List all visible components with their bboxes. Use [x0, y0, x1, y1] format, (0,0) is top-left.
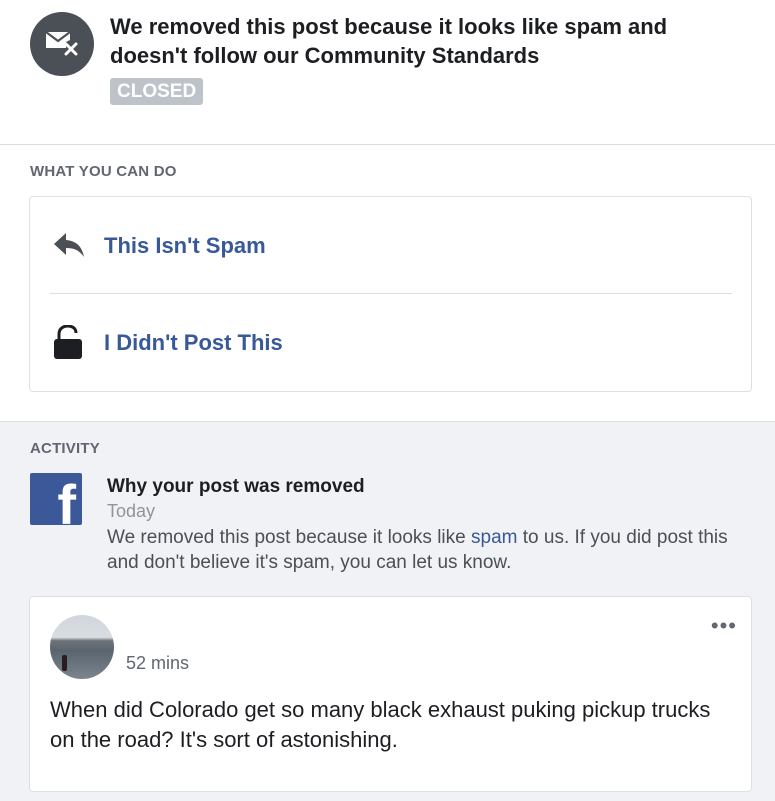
activity-title: Why your post was removed — [107, 476, 365, 497]
activity-body-text: We removed this post because it looks li… — [107, 527, 471, 548]
this-isnt-spam-button[interactable]: This Isn't Spam — [30, 197, 751, 293]
post-text: When did Colorado get so many black exha… — [50, 697, 711, 752]
activity-heading: ACTIVITY — [30, 440, 100, 457]
spam-link[interactable]: spam — [471, 527, 517, 548]
facebook-logo-icon: f — [30, 473, 82, 525]
what-you-can-do-section: WHAT YOU CAN DO This Isn't Spam I Didn't… — [0, 145, 775, 422]
facebook-logo-letter: f — [57, 473, 76, 526]
post-timestamp[interactable]: 52 mins — [126, 653, 189, 674]
removed-post-card: 52 mins ••• When did Colorado get so man… — [29, 596, 752, 792]
activity-time: Today — [107, 501, 156, 521]
unlocked-padlock-icon — [52, 324, 84, 366]
notice-title: We removed this post because it looks li… — [110, 14, 668, 68]
status-badge: CLOSED — [110, 78, 204, 105]
i-didnt-post-this-label: I Didn't Post This — [104, 330, 283, 355]
this-isnt-spam-label: This Isn't Spam — [104, 233, 266, 258]
options-list: This Isn't Spam I Didn't Post This — [29, 196, 752, 392]
more-options-icon[interactable]: ••• — [711, 615, 737, 637]
what-you-can-do-heading: WHAT YOU CAN DO — [30, 163, 177, 180]
i-didnt-post-this-button[interactable]: I Didn't Post This — [30, 294, 751, 390]
removal-notice-header: We removed this post because it looks li… — [0, 0, 775, 145]
reply-arrow-icon — [52, 231, 86, 264]
avatar[interactable] — [50, 615, 114, 679]
activity-body: We removed this post because it looks li… — [107, 525, 747, 575]
avatar-figure — [62, 655, 67, 671]
envelope-x-icon — [30, 12, 94, 76]
